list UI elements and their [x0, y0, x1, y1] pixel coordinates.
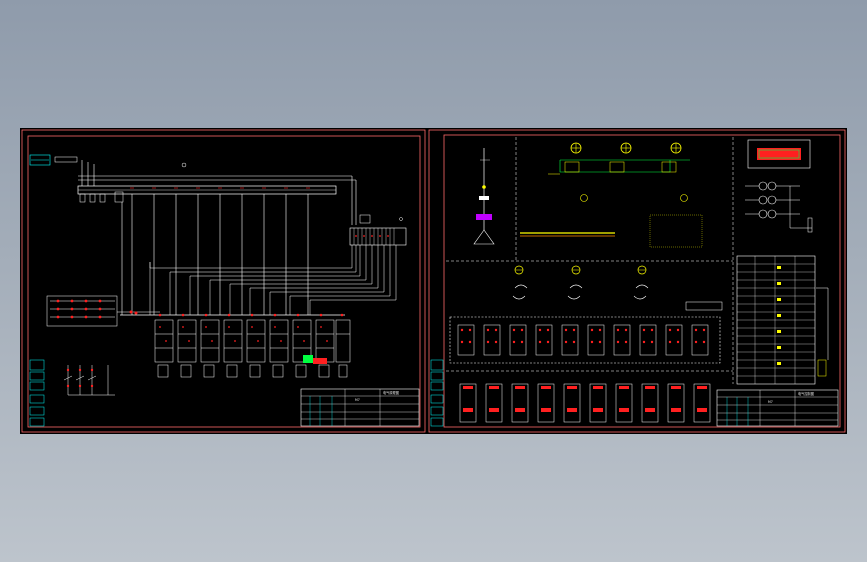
left-title-name: 电气原理图	[383, 390, 399, 395]
cad-drawing-canvas: M7 电气原理图 M7 电气控制图	[20, 128, 847, 434]
ammeter-icon	[670, 142, 682, 154]
right-sheet: M7 电气控制图	[427, 128, 847, 434]
left-sheet: M7 电气原理图	[20, 128, 427, 434]
right-title-code: M7	[768, 400, 773, 404]
active-contactor-red	[313, 358, 327, 364]
ammeter-icon	[570, 142, 582, 154]
ammeter-icon	[620, 142, 632, 154]
right-title-name: 电气控制图	[798, 391, 814, 396]
left-title-code: M7	[355, 398, 360, 402]
left-sheet-background	[20, 128, 427, 434]
active-contactor-green	[303, 355, 313, 363]
